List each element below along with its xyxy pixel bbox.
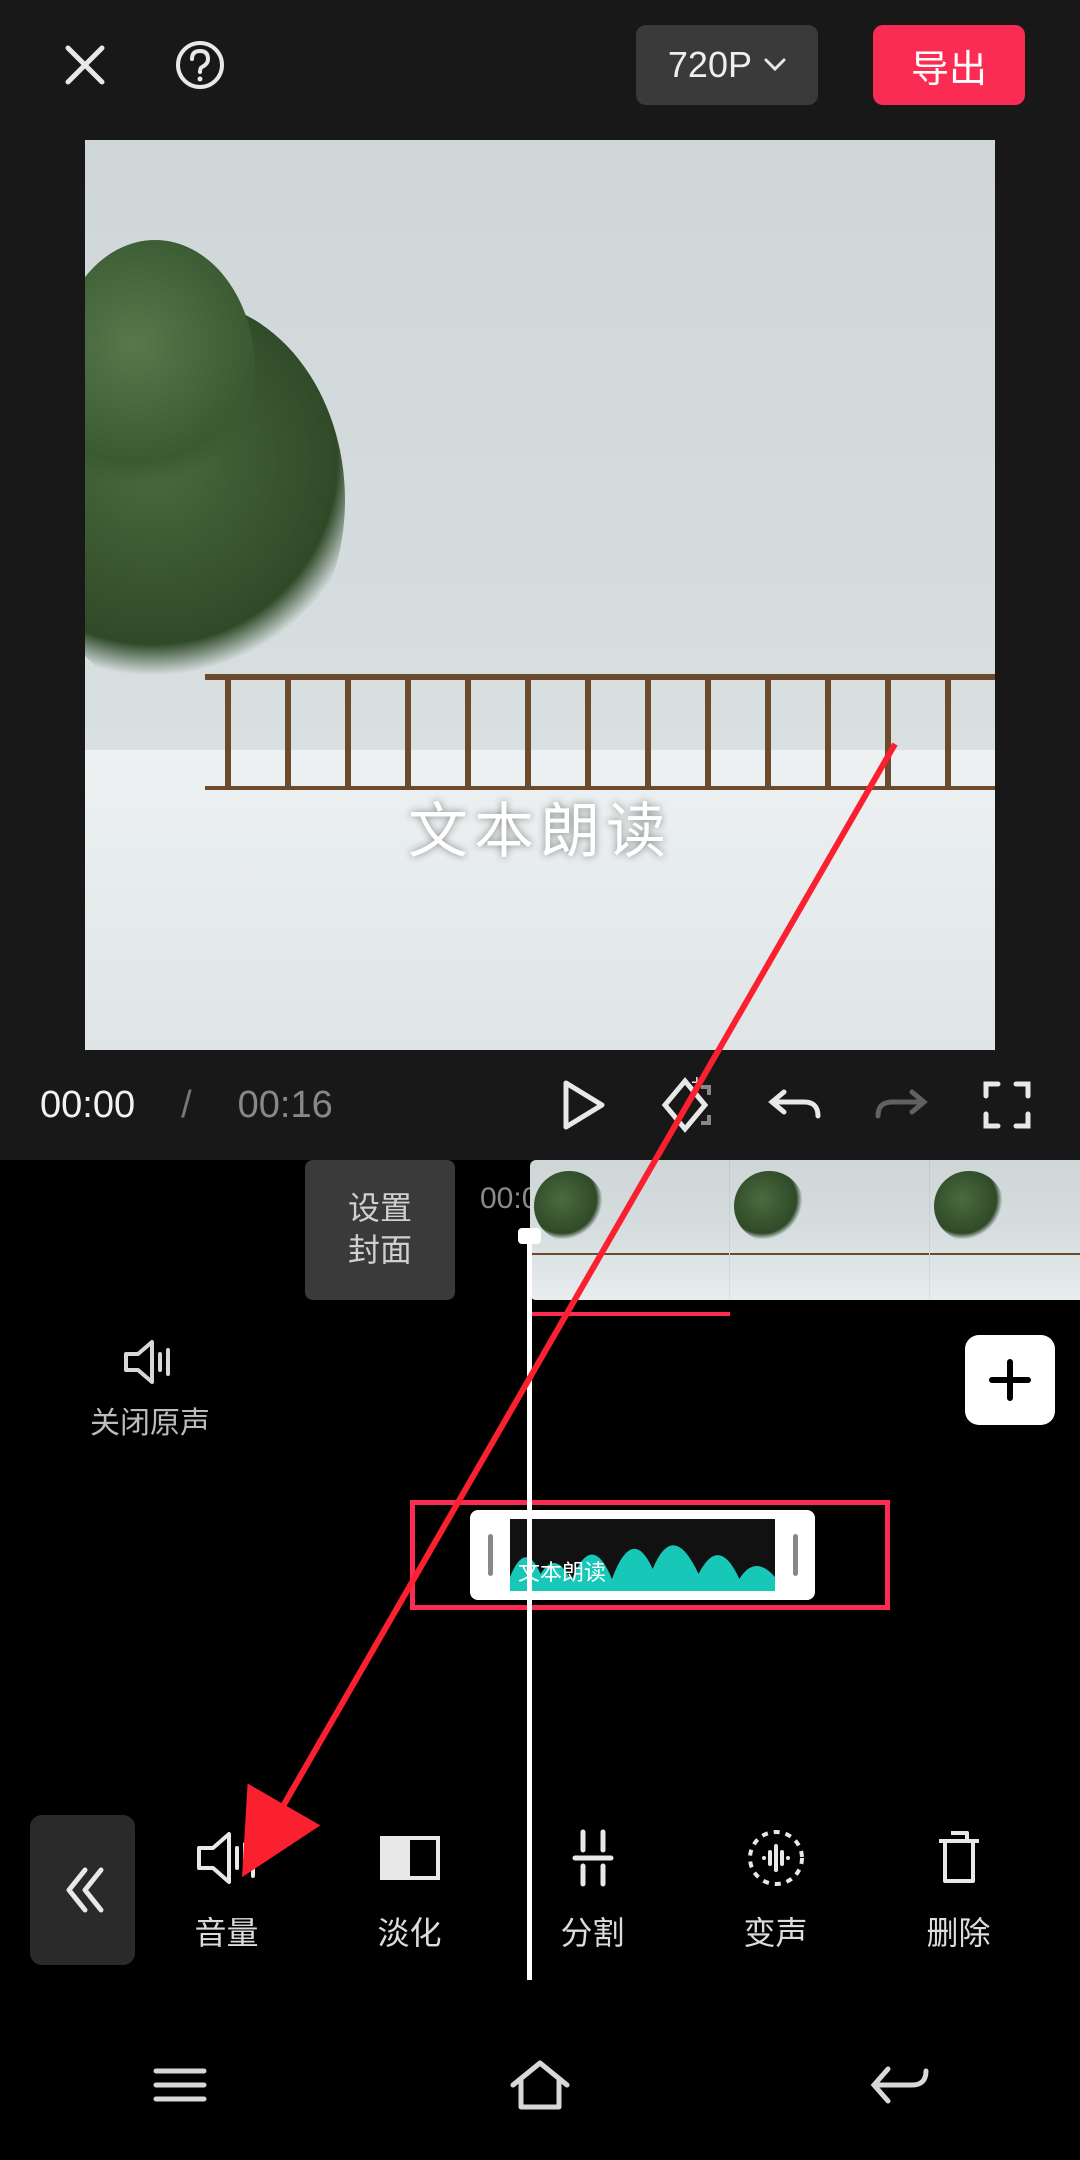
system-menu-icon[interactable] [135, 2040, 225, 2130]
tool-voice-change[interactable]: 变声 [684, 1826, 867, 1954]
current-time: 00:00 [40, 1084, 135, 1127]
total-time: 00:16 [238, 1084, 333, 1127]
tool-label: 音量 [194, 1908, 258, 1954]
time-separator: / [181, 1084, 192, 1127]
fullscreen-icon[interactable] [974, 1072, 1040, 1138]
mute-label: 关闭原声 [90, 1398, 210, 1442]
export-label: 导出 [911, 38, 987, 93]
main-track: 关闭原声 [0, 1320, 1080, 1460]
volume-icon [195, 1826, 259, 1890]
tool-split[interactable]: 分割 [501, 1826, 684, 1954]
tool-back-button[interactable] [30, 1815, 135, 1965]
system-back-icon[interactable] [855, 2040, 945, 2130]
tool-fade[interactable]: 淡化 [318, 1826, 501, 1954]
fade-icon [378, 1826, 442, 1890]
svg-text:+: + [691, 1077, 703, 1094]
resolution-label: 720P [668, 44, 752, 86]
play-icon[interactable] [550, 1072, 616, 1138]
split-icon [561, 1826, 625, 1890]
audio-clip-handle-right[interactable] [775, 1510, 815, 1600]
tool-volume[interactable]: 音量 [135, 1826, 318, 1954]
audio-waveform: 文本朗读 [510, 1519, 775, 1591]
audio-clip[interactable]: 文本朗读 [470, 1510, 815, 1600]
keyframe-icon[interactable]: + [656, 1072, 722, 1138]
audio-clip-label: 文本朗读 [518, 1555, 606, 1587]
tool-label: 变声 [743, 1908, 807, 1954]
system-home-icon[interactable] [495, 2040, 585, 2130]
video-clip[interactable] [530, 1160, 1080, 1300]
playback-row: 00:00 / 00:16 + [0, 1050, 1080, 1160]
preview-area: 文本朗读 [0, 130, 1080, 1050]
chevron-down-icon [764, 58, 786, 72]
mute-original-sound-button[interactable]: 关闭原声 [0, 1338, 300, 1442]
set-cover-button[interactable]: 设置封面 [305, 1160, 455, 1300]
chevron-double-left-icon [61, 1862, 105, 1918]
top-bar: 720P 导出 [0, 0, 1080, 130]
clip-range-indicator [530, 1312, 730, 1316]
resolution-button[interactable]: 720P [636, 25, 818, 105]
tool-label: 删除 [926, 1908, 990, 1954]
close-icon[interactable] [55, 35, 115, 95]
preview-text-overlay[interactable]: 文本朗读 [408, 783, 672, 870]
voice-change-icon [744, 1826, 808, 1890]
system-nav-bar [0, 2010, 1080, 2160]
export-button[interactable]: 导出 [873, 25, 1025, 105]
speaker-icon [122, 1338, 178, 1386]
audio-clip-handle-left[interactable] [470, 1510, 510, 1600]
video-preview[interactable]: 文本朗读 [85, 140, 995, 1050]
plus-icon [986, 1356, 1034, 1404]
tool-label: 分割 [560, 1908, 624, 1954]
redo-icon [868, 1072, 934, 1138]
delete-icon [927, 1826, 991, 1890]
tool-label: 淡化 [377, 1908, 441, 1954]
tool-delete[interactable]: 删除 [867, 1826, 1050, 1954]
help-icon[interactable] [170, 35, 230, 95]
tool-row: 音量 淡化 分割 变声 删除 [0, 1790, 1080, 1990]
undo-icon[interactable] [762, 1072, 828, 1138]
add-clip-button[interactable] [965, 1335, 1055, 1425]
